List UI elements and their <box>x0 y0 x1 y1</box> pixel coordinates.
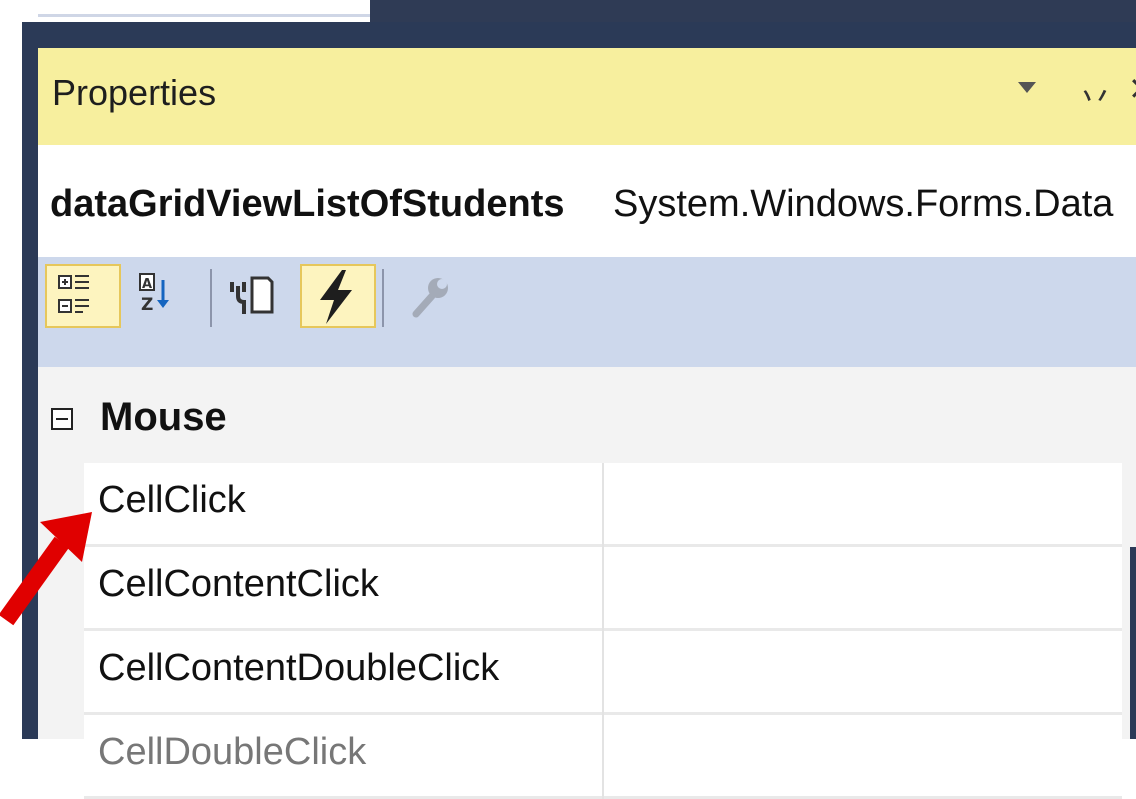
table-row[interactable]: CellDoubleClick <box>84 715 1122 799</box>
wrench-icon <box>412 278 448 318</box>
pin-icon[interactable]: 丷 <box>1078 70 1112 119</box>
properties-button[interactable] <box>222 264 298 328</box>
svg-text:A: A <box>142 277 152 292</box>
property-name: CellClick <box>98 479 246 521</box>
property-grid: Mouse CellClick CellContentClick CellCon… <box>38 367 1136 799</box>
category-label: Mouse <box>100 395 227 439</box>
panel-title: Properties <box>52 72 217 113</box>
alphabetical-sort-icon: A Z <box>139 273 169 315</box>
category-row-mouse[interactable]: Mouse <box>38 367 1136 463</box>
annotation-arrow <box>0 512 92 626</box>
toolbar-separator <box>210 269 212 327</box>
categorized-button[interactable] <box>45 264 121 328</box>
column-divider <box>602 547 604 631</box>
property-name: CellDoubleClick <box>98 731 367 773</box>
close-icon[interactable]: ✕ <box>1128 70 1136 108</box>
column-divider <box>602 631 604 715</box>
properties-toolbar: A Z <box>38 257 1136 367</box>
property-value[interactable] <box>610 563 1110 611</box>
object-selector[interactable]: dataGridViewListOfStudents System.Window… <box>38 145 1136 257</box>
lightning-icon <box>320 270 352 324</box>
property-value[interactable] <box>610 479 1110 527</box>
alphabetical-button[interactable]: A Z <box>128 264 204 328</box>
events-button[interactable] <box>300 264 376 328</box>
selected-object-name: dataGridViewListOfStudents <box>50 183 565 225</box>
svg-text:Z: Z <box>141 295 153 315</box>
table-row[interactable]: CellContentClick <box>84 547 1122 631</box>
column-divider <box>602 715 604 799</box>
property-value[interactable] <box>610 731 1110 779</box>
column-divider <box>602 463 604 547</box>
property-name: CellContentDoubleClick <box>98 647 500 689</box>
property-pages-button[interactable] <box>394 264 470 328</box>
property-name: CellContentClick <box>98 563 379 605</box>
toolbar-separator <box>382 269 384 327</box>
selected-object-type: System.Windows.Forms.Data <box>613 183 1114 225</box>
collapse-icon[interactable] <box>51 408 73 430</box>
tab-bar-background <box>370 0 1136 22</box>
table-row[interactable]: CellContentDoubleClick <box>84 631 1122 715</box>
scrollbar[interactable] <box>1130 547 1136 739</box>
properties-icon <box>230 276 274 314</box>
table-row[interactable]: CellClick <box>84 463 1122 547</box>
window-frame-top <box>22 22 1136 48</box>
property-value[interactable] <box>610 647 1110 695</box>
document-tab[interactable] <box>38 0 370 17</box>
properties-title-bar: Properties 丷 ✕ <box>38 48 1136 145</box>
chevron-down-icon[interactable] <box>1018 82 1036 93</box>
categorized-icon <box>58 275 89 313</box>
